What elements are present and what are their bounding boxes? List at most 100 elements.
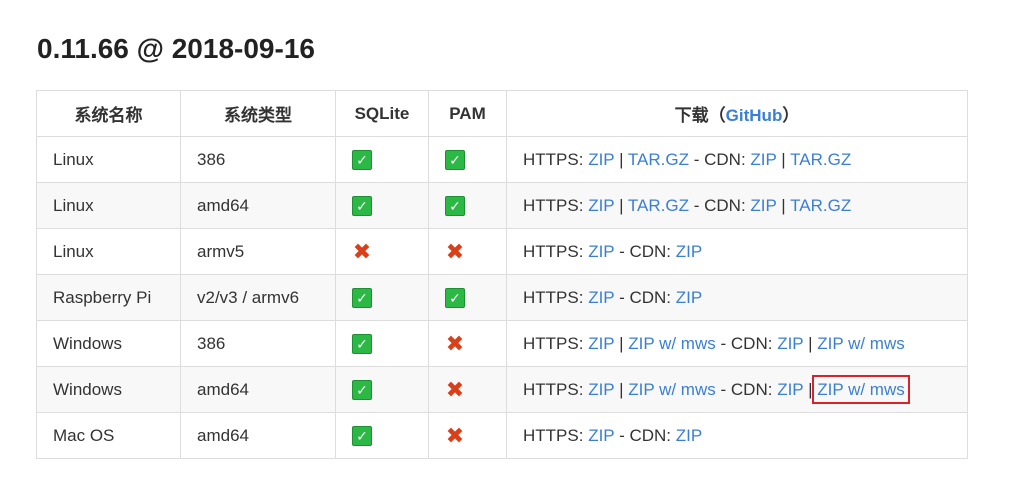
table-row: Linux 386 ✓ ✓ HTTPS: ZIP | TAR.GZ - CDN: ZIP…	[36, 136, 968, 183]
section-separator: -	[619, 241, 625, 261]
header-sqlite: SQLite	[335, 90, 429, 137]
sqlite-cell: ✓	[335, 182, 429, 229]
cdn-label: CDN:	[704, 149, 746, 169]
https-download-link[interactable]: ZIP	[588, 242, 614, 261]
section-separator: -	[619, 287, 625, 307]
check-icon: ✓	[352, 333, 372, 354]
link-separator: |	[808, 333, 813, 353]
https-download-link[interactable]: ZIP	[588, 196, 614, 215]
check-icon: ✓	[445, 149, 465, 170]
section-separator: -	[720, 379, 727, 399]
system-name-cell: Windows	[36, 366, 181, 413]
table-row: Linux amd64 ✓ ✓ HTTPS: ZIP | TAR.GZ - CDN: Z…	[36, 182, 968, 229]
cross-icon: ✖	[445, 422, 465, 448]
cdn-label: CDN:	[730, 333, 773, 353]
github-link[interactable]: GitHub	[726, 106, 783, 125]
link-separator: |	[619, 333, 624, 353]
cdn-download-link[interactable]: ZIP w/ mws	[817, 334, 905, 353]
cdn-label: CDN:	[629, 287, 672, 307]
cdn-download-link[interactable]: ZIP	[777, 334, 803, 353]
download-cell: HTTPS: ZIP - CDN: ZIP	[506, 228, 968, 275]
table-row: Windows 386 ✓ ✖ HTTPS: ZIP | ZIP w/ mws - CD…	[36, 320, 968, 367]
header-download: 下载（GitHub）	[506, 90, 968, 137]
https-download-link[interactable]: TAR.GZ	[628, 196, 689, 215]
cdn-label: CDN:	[730, 379, 773, 399]
header-pam: PAM	[428, 90, 507, 137]
https-download-link[interactable]: ZIP	[588, 426, 614, 445]
system-name-cell: Linux	[36, 228, 181, 275]
system-type-cell: armv5	[180, 228, 336, 275]
cross-icon: ✖	[352, 238, 372, 264]
header-download-suffix: ）	[782, 106, 800, 125]
cross-icon: ✖	[445, 238, 465, 264]
https-label: HTTPS:	[523, 195, 584, 215]
https-download-link[interactable]: ZIP	[588, 380, 614, 399]
sqlite-cell: ✓	[335, 274, 429, 321]
cross-icon: ✖	[445, 376, 465, 402]
sqlite-cell: ✖	[335, 228, 429, 275]
https-label: HTTPS:	[523, 425, 584, 445]
pam-cell: ✓	[428, 136, 507, 183]
system-name-cell: Linux	[36, 182, 181, 229]
cdn-download-link[interactable]: ZIP	[676, 288, 702, 307]
table-row: Windows amd64 ✓ ✖ HTTPS: ZIP | ZIP w/ mws - …	[36, 366, 968, 413]
check-icon: ✓	[352, 195, 372, 216]
check-icon: ✓	[352, 425, 372, 446]
pam-cell: ✖	[428, 366, 507, 413]
header-system-name: 系统名称	[36, 90, 181, 137]
system-type-cell: 386	[180, 136, 336, 183]
pam-cell: ✖	[428, 412, 507, 459]
table-row: Linux armv5 ✖ ✖ HTTPS: ZIP - CDN: ZIP	[36, 228, 968, 275]
system-type-cell: v2/v3 / armv6	[180, 274, 336, 321]
https-download-link[interactable]: ZIP w/ mws	[628, 334, 716, 353]
header-system-type: 系统类型	[180, 90, 336, 137]
system-type-cell: amd64	[180, 412, 336, 459]
section-separator: -	[619, 425, 625, 445]
pam-cell: ✓	[428, 274, 507, 321]
system-name-cell: Windows	[36, 320, 181, 367]
link-separator: |	[619, 195, 624, 215]
system-type-cell: 386	[180, 320, 336, 367]
cdn-download-link[interactable]: TAR.GZ	[790, 196, 851, 215]
check-icon: ✓	[445, 287, 465, 308]
https-download-link[interactable]: ZIP	[588, 334, 614, 353]
https-download-link[interactable]: ZIP	[588, 150, 614, 169]
link-separator: |	[808, 379, 813, 399]
cdn-download-link[interactable]: ZIP	[676, 242, 702, 261]
cdn-label: CDN:	[704, 195, 746, 215]
https-label: HTTPS:	[523, 149, 584, 169]
download-cell: HTTPS: ZIP - CDN: ZIP	[506, 412, 968, 459]
link-separator: |	[781, 149, 786, 169]
cdn-download-link[interactable]: TAR.GZ	[790, 150, 851, 169]
https-download-link[interactable]: TAR.GZ	[628, 150, 689, 169]
cdn-download-link[interactable]: ZIP	[777, 380, 803, 399]
cdn-zip-mws-link-highlighted[interactable]: ZIP w/ mws	[812, 374, 910, 404]
cdn-download-link[interactable]: ZIP	[750, 150, 776, 169]
sqlite-cell: ✓	[335, 412, 429, 459]
check-icon: ✓	[352, 379, 372, 400]
download-cell: HTTPS: ZIP | TAR.GZ - CDN: ZIP | TAR.GZ	[506, 136, 968, 183]
download-cell: HTTPS: ZIP | TAR.GZ - CDN: ZIP | TAR.GZ	[506, 182, 968, 229]
release-title: 0.11.66 @ 2018-09-16	[37, 33, 315, 64]
check-icon: ✓	[352, 287, 372, 308]
sqlite-cell: ✓	[335, 366, 429, 413]
system-type-cell: amd64	[180, 366, 336, 413]
sqlite-cell: ✓	[335, 320, 429, 367]
cdn-label: CDN:	[629, 241, 672, 261]
cdn-download-link[interactable]: ZIP	[676, 426, 702, 445]
system-type-cell: amd64	[180, 182, 336, 229]
link-separator: |	[781, 195, 786, 215]
https-download-link[interactable]: ZIP w/ mws	[628, 380, 716, 399]
table-header-row: 系统名称 系统类型 SQLite PAM 下载（GitHub）	[36, 90, 968, 137]
cdn-download-link[interactable]: ZIP	[750, 196, 776, 215]
sqlite-cell: ✓	[335, 136, 429, 183]
section-separator: -	[693, 149, 700, 169]
download-cell: HTTPS: ZIP - CDN: ZIP	[506, 274, 968, 321]
https-label: HTTPS:	[523, 287, 584, 307]
https-label: HTTPS:	[523, 379, 584, 399]
cross-icon: ✖	[445, 330, 465, 356]
https-download-link[interactable]: ZIP	[588, 288, 614, 307]
table-row: Raspberry Pi v2/v3 / armv6 ✓ ✓ HTTPS: ZIP - …	[36, 274, 968, 321]
cdn-label: CDN:	[629, 425, 672, 445]
https-label: HTTPS:	[523, 241, 584, 261]
